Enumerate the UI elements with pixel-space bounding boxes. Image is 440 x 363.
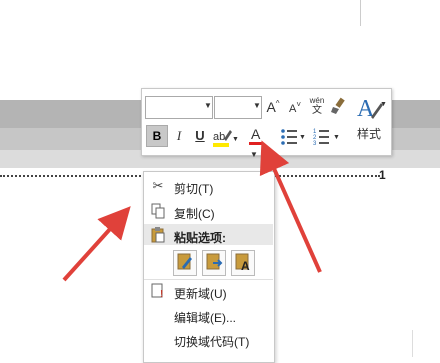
annotation-arrows: [62, 140, 322, 282]
arrow-to-font-color: [259, 140, 322, 273]
arrow-to-menu: [62, 206, 131, 282]
